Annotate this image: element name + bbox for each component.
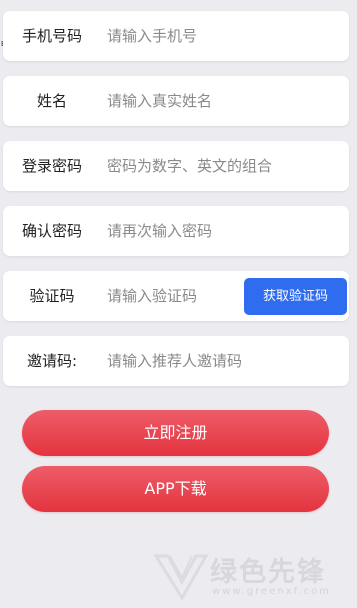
confirm-password-label: 确认密码	[21, 222, 82, 240]
register-button[interactable]: 立即注册	[22, 410, 329, 456]
watermark-url: www.greenxf.com	[212, 586, 331, 597]
app-download-button[interactable]: APP下载	[22, 466, 329, 512]
password-field-row: 登录密码 密码为数字、英文的组合	[3, 141, 349, 191]
verification-code-input[interactable]: 请输入验证码	[107, 271, 197, 321]
name-label: 姓名	[36, 92, 67, 110]
watermark: 绿色先锋 www.greenxf.com	[152, 548, 357, 606]
invite-code-label: 邀请码:	[26, 352, 78, 370]
invite-code-field-row: 邀请码: 请输入推荐人邀请码	[3, 336, 349, 386]
phone-field-row: 手机号码 请输入手机号	[3, 11, 349, 61]
watermark-name: 绿色先锋	[210, 557, 326, 588]
confirm-password-input[interactable]: 请再次输入密码	[107, 206, 212, 256]
name-input[interactable]: 请输入真实姓名	[107, 76, 212, 126]
phone-input[interactable]: 请输入手机号	[107, 11, 197, 61]
verification-code-label: 验证码	[29, 287, 75, 305]
password-label: 登录密码	[21, 157, 82, 175]
invite-code-input[interactable]: 请输入推荐人邀请码	[107, 336, 242, 386]
password-input[interactable]: 密码为数字、英文的组合	[107, 141, 272, 191]
name-field-row: 姓名 请输入真实姓名	[3, 76, 349, 126]
get-code-button[interactable]: 获取验证码	[244, 278, 347, 315]
watermark-logo-icon	[153, 554, 209, 601]
phone-label: 手机号码	[21, 27, 82, 45]
confirm-password-field-row: 确认密码 请再次输入密码	[3, 206, 349, 256]
